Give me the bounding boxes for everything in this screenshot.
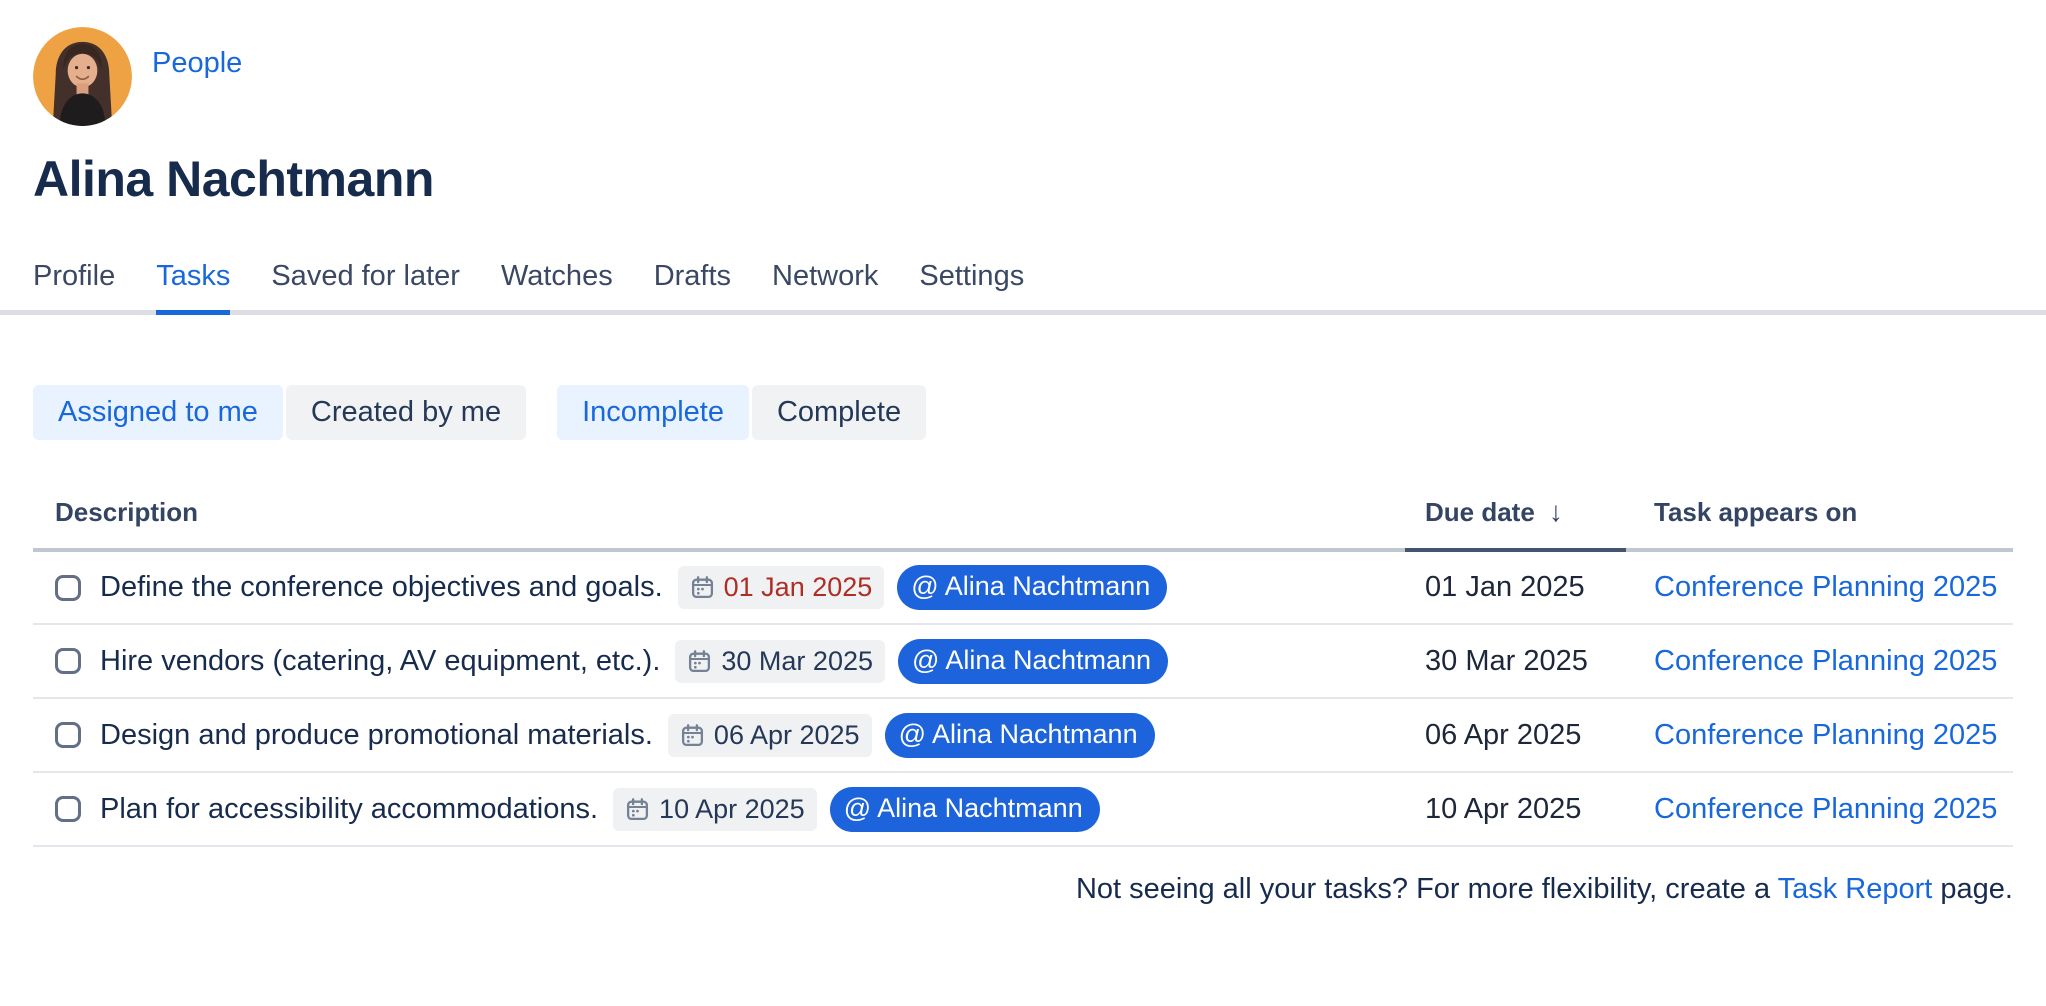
task-row: Define the conference objectives and goa… <box>33 550 2013 624</box>
filter-complete[interactable]: Complete <box>752 385 926 440</box>
footer-text-after: page. <box>1932 873 2013 905</box>
profile-header: People <box>33 0 2013 126</box>
task-appears-on-link[interactable]: Conference Planning 2025 <box>1654 645 1997 677</box>
column-header-description: Description <box>33 478 1405 550</box>
status-filter-group: Incomplete Complete <box>557 385 926 440</box>
task-appears-on-link[interactable]: Conference Planning 2025 <box>1654 719 1997 751</box>
inline-due-date-lozenge[interactable]: 06 Apr 2025 <box>668 714 872 757</box>
task-description: Design and produce promotional materials… <box>100 719 653 752</box>
tab-drafts[interactable]: Drafts <box>654 260 731 315</box>
breadcrumb-people-link[interactable]: People <box>152 47 242 80</box>
due-date-cell: 30 Mar 2025 <box>1405 624 1626 698</box>
due-date-header-label: Due date <box>1425 497 1535 527</box>
tasks-footer-note: Not seeing all your tasks? For more flex… <box>33 873 2013 906</box>
profile-tabs: Profile Tasks Saved for later Watches Dr… <box>0 260 2046 315</box>
inline-due-date-lozenge[interactable]: 30 Mar 2025 <box>675 640 885 683</box>
due-date-cell: 10 Apr 2025 <box>1405 772 1626 846</box>
filter-created-by-me[interactable]: Created by me <box>286 385 526 440</box>
filter-assigned-to-me[interactable]: Assigned to me <box>33 385 283 440</box>
filter-incomplete[interactable]: Incomplete <box>557 385 749 440</box>
tab-settings[interactable]: Settings <box>919 260 1024 315</box>
task-appears-on-link[interactable]: Conference Planning 2025 <box>1654 793 1997 825</box>
inline-due-date-lozenge[interactable]: 01 Jan 2025 <box>678 566 885 609</box>
column-header-due-date[interactable]: Due date ↓ <box>1405 478 1626 550</box>
task-appears-on-link[interactable]: Conference Planning 2025 <box>1654 571 1997 603</box>
inline-due-date: 01 Jan 2025 <box>724 572 873 603</box>
assignee-mention-pill[interactable]: @ Alina Nachtmann <box>830 787 1100 832</box>
avatar[interactable] <box>33 27 132 126</box>
assignee-mention-pill[interactable]: @ Alina Nachtmann <box>885 713 1155 758</box>
calendar-icon <box>690 575 715 600</box>
task-row: Hire vendors (catering, AV equipment, et… <box>33 624 2013 698</box>
due-date-cell: 06 Apr 2025 <box>1405 698 1626 772</box>
task-report-link[interactable]: Task Report <box>1778 873 1933 905</box>
task-description: Hire vendors (catering, AV equipment, et… <box>100 645 660 678</box>
tab-watches[interactable]: Watches <box>501 260 613 315</box>
page-title: Alina Nachtmann <box>33 150 2013 208</box>
sort-descending-arrow-icon: ↓ <box>1549 496 1563 527</box>
inline-due-date-lozenge[interactable]: 10 Apr 2025 <box>613 788 817 831</box>
task-description: Plan for accessibility accommodations. <box>100 793 598 826</box>
task-checkbox[interactable] <box>55 575 81 601</box>
calendar-icon <box>625 797 650 822</box>
column-header-task-appears-on: Task appears on <box>1626 478 2013 550</box>
tab-network[interactable]: Network <box>772 260 878 315</box>
task-row: Plan for accessibility accommodations. 1… <box>33 772 2013 846</box>
tab-tasks[interactable]: Tasks <box>156 260 230 315</box>
task-filters: Assigned to me Created by me Incomplete … <box>33 385 2013 440</box>
task-row: Design and produce promotional materials… <box>33 698 2013 772</box>
task-description: Define the conference objectives and goa… <box>100 571 663 604</box>
tab-saved-for-later[interactable]: Saved for later <box>271 260 460 315</box>
calendar-icon <box>687 649 712 674</box>
tab-profile[interactable]: Profile <box>33 260 115 315</box>
avatar-photo <box>33 27 132 126</box>
task-checkbox[interactable] <box>55 648 81 674</box>
calendar-icon <box>680 723 705 748</box>
footer-text-before: Not seeing all your tasks? For more flex… <box>1076 873 1778 905</box>
due-date-cell: 01 Jan 2025 <box>1405 550 1626 624</box>
inline-due-date: 06 Apr 2025 <box>714 720 860 751</box>
inline-due-date: 10 Apr 2025 <box>659 794 805 825</box>
assignment-filter-group: Assigned to me Created by me <box>33 385 526 440</box>
tasks-table: Description Due date ↓ Task appears on De… <box>33 478 2013 847</box>
assignee-mention-pill[interactable]: @ Alina Nachtmann <box>898 639 1168 684</box>
assignee-mention-pill[interactable]: @ Alina Nachtmann <box>897 565 1167 610</box>
inline-due-date: 30 Mar 2025 <box>721 646 873 677</box>
task-checkbox[interactable] <box>55 796 81 822</box>
task-checkbox[interactable] <box>55 722 81 748</box>
